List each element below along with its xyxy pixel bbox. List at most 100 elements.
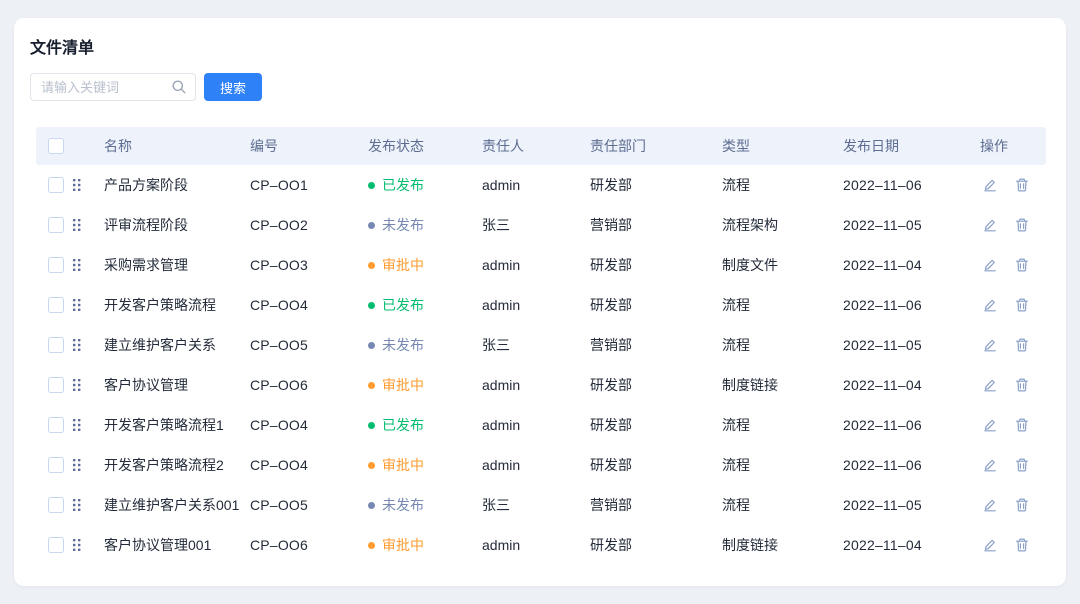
- row-checkbox[interactable]: [48, 257, 64, 273]
- delete-button[interactable]: [1014, 537, 1030, 553]
- delete-button[interactable]: [1014, 177, 1030, 193]
- drag-handle-icon[interactable]: [72, 538, 82, 552]
- edit-button[interactable]: [982, 337, 998, 353]
- status-cell: 已发布: [368, 295, 482, 315]
- table-row: 开发客户策略流程 CP–OO4 已发布 admin 研发部 流程 2022–11…: [36, 285, 1046, 325]
- status-label: 已发布: [382, 295, 424, 315]
- delete-button[interactable]: [1014, 257, 1030, 273]
- edit-button[interactable]: [982, 417, 998, 433]
- status-label: 审批中: [382, 255, 424, 275]
- cell-code: CP–OO6: [250, 537, 368, 553]
- drag-handle-icon[interactable]: [72, 298, 82, 312]
- trash-icon: [1014, 257, 1030, 273]
- cell-owner: admin: [482, 297, 590, 313]
- edit-pencil-icon: [982, 217, 998, 233]
- drag-handle-icon[interactable]: [72, 178, 82, 192]
- status-dot-icon: [368, 422, 375, 429]
- edit-pencil-icon: [982, 177, 998, 193]
- status-label: 审批中: [382, 535, 424, 555]
- status-label: 审批中: [382, 455, 424, 475]
- drag-handle-icon[interactable]: [72, 258, 82, 272]
- cell-code: CP–OO4: [250, 417, 368, 433]
- cell-owner: admin: [482, 457, 590, 473]
- edit-button[interactable]: [982, 457, 998, 473]
- trash-icon: [1014, 337, 1030, 353]
- drag-handle-icon[interactable]: [72, 498, 82, 512]
- row-checkbox[interactable]: [48, 337, 64, 353]
- drag-handle-icon[interactable]: [72, 458, 82, 472]
- cell-date: 2022–11–05: [843, 337, 980, 353]
- delete-button[interactable]: [1014, 297, 1030, 313]
- delete-button[interactable]: [1014, 457, 1030, 473]
- cell-name: 客户协议管理001: [104, 535, 250, 555]
- row-checkbox[interactable]: [48, 217, 64, 233]
- status-cell: 审批中: [368, 375, 482, 395]
- edit-button[interactable]: [982, 217, 998, 233]
- edit-button[interactable]: [982, 257, 998, 273]
- cell-owner: admin: [482, 417, 590, 433]
- status-label: 未发布: [382, 335, 424, 355]
- cell-department: 研发部: [590, 375, 722, 395]
- search-input[interactable]: [41, 80, 171, 95]
- status-cell: 未发布: [368, 215, 482, 235]
- edit-pencil-icon: [982, 377, 998, 393]
- cell-department: 研发部: [590, 175, 722, 195]
- row-checkbox[interactable]: [48, 377, 64, 393]
- row-checkbox[interactable]: [48, 457, 64, 473]
- row-checkbox[interactable]: [48, 297, 64, 313]
- trash-icon: [1014, 217, 1030, 233]
- delete-button[interactable]: [1014, 377, 1030, 393]
- cell-owner: 张三: [482, 495, 590, 515]
- table-header-row: 名称 编号 发布状态 责任人 责任部门 类型 发布日期 操作: [36, 127, 1046, 165]
- delete-button[interactable]: [1014, 417, 1030, 433]
- row-checkbox[interactable]: [48, 497, 64, 513]
- cell-department: 营销部: [590, 495, 722, 515]
- search-box: [30, 73, 196, 101]
- cell-owner: 张三: [482, 335, 590, 355]
- status-cell: 未发布: [368, 335, 482, 355]
- cell-date: 2022–11–06: [843, 177, 980, 193]
- search-icon: [171, 79, 187, 95]
- cell-code: CP–OO2: [250, 217, 368, 233]
- status-label: 审批中: [382, 375, 424, 395]
- col-header-name: 名称: [104, 136, 250, 156]
- table-body: 产品方案阶段 CP–OO1 已发布 admin 研发部 流程 2022–11–0…: [36, 165, 1046, 565]
- edit-button[interactable]: [982, 537, 998, 553]
- edit-button[interactable]: [982, 497, 998, 513]
- row-checkbox[interactable]: [48, 177, 64, 193]
- trash-icon: [1014, 457, 1030, 473]
- cell-department: 营销部: [590, 335, 722, 355]
- status-label: 未发布: [382, 495, 424, 515]
- edit-button[interactable]: [982, 177, 998, 193]
- drag-handle-icon[interactable]: [72, 378, 82, 392]
- delete-button[interactable]: [1014, 337, 1030, 353]
- search-button[interactable]: 搜索: [204, 73, 262, 101]
- cell-code: CP–OO4: [250, 457, 368, 473]
- delete-button[interactable]: [1014, 497, 1030, 513]
- cell-type: 流程架构: [722, 215, 843, 235]
- cell-name: 采购需求管理: [104, 255, 250, 275]
- cell-owner: admin: [482, 377, 590, 393]
- delete-button[interactable]: [1014, 217, 1030, 233]
- col-header-actions: 操作: [980, 136, 1046, 156]
- cell-name: 开发客户策略流程2: [104, 455, 250, 475]
- cell-code: CP–OO5: [250, 497, 368, 513]
- drag-handle-icon[interactable]: [72, 418, 82, 432]
- edit-button[interactable]: [982, 377, 998, 393]
- table-row: 客户协议管理 CP–OO6 审批中 admin 研发部 制度链接 2022–11…: [36, 365, 1046, 405]
- row-checkbox[interactable]: [48, 537, 64, 553]
- select-all-checkbox[interactable]: [48, 138, 64, 154]
- status-cell: 已发布: [368, 415, 482, 435]
- status-dot-icon: [368, 462, 375, 469]
- edit-button[interactable]: [982, 297, 998, 313]
- cell-type: 流程: [722, 495, 843, 515]
- cell-type: 制度链接: [722, 535, 843, 555]
- drag-handle-icon[interactable]: [72, 218, 82, 232]
- drag-handle-icon[interactable]: [72, 338, 82, 352]
- cell-owner: 张三: [482, 215, 590, 235]
- cell-code: CP–OO5: [250, 337, 368, 353]
- status-label: 已发布: [382, 415, 424, 435]
- table-row: 评审流程阶段 CP–OO2 未发布 张三 营销部 流程架构 2022–11–05: [36, 205, 1046, 245]
- row-checkbox[interactable]: [48, 417, 64, 433]
- file-list-card: 文件清单 搜索 名称 编号 发布状态 责任人 责任部门 类型 发布日期: [14, 18, 1066, 586]
